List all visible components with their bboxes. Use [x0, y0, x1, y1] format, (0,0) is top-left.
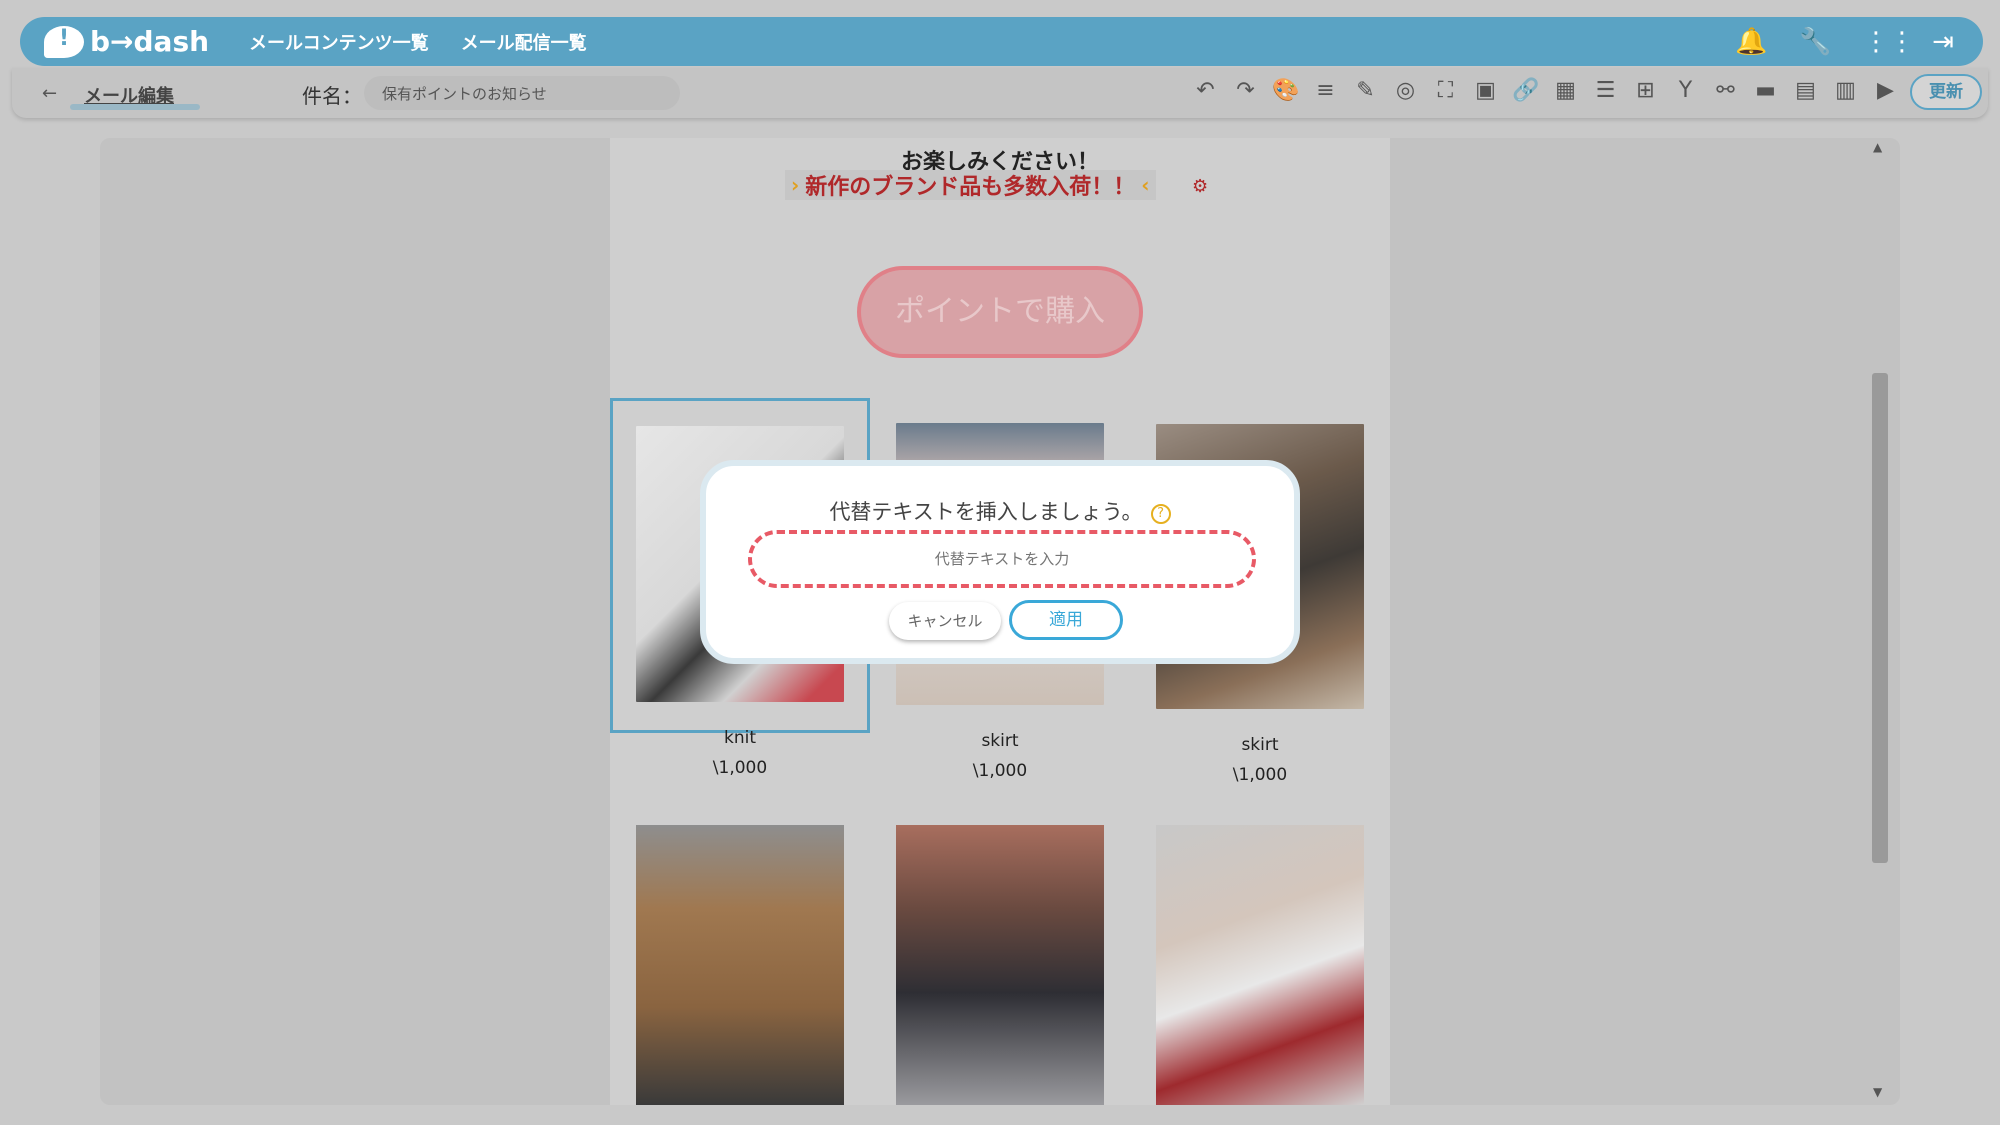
modal-title: 代替テキストを挿入しましょう。?	[706, 496, 1294, 526]
layout-icon[interactable]: ▬	[1752, 76, 1779, 106]
image-icon[interactable]: ▣	[1472, 76, 1499, 106]
grid-icon[interactable]: ⋮⋮	[1863, 27, 1915, 57]
palette-icon[interactable]: 🎨	[1272, 76, 1299, 106]
product-name: skirt	[1241, 735, 1279, 755]
branch-icon[interactable]: Y	[1672, 76, 1699, 106]
database-icon[interactable]: ☰	[1592, 76, 1619, 106]
breadcrumb[interactable]: メール編集	[84, 82, 174, 108]
logo-text: b→dash	[90, 25, 210, 58]
product-image-sneakers[interactable]	[1156, 825, 1364, 1105]
product-name: knit	[723, 728, 756, 748]
target-icon[interactable]: ◎	[1392, 76, 1419, 106]
add-block-icon[interactable]: ⊞	[1632, 76, 1659, 106]
subject-label: 件名：	[302, 84, 362, 108]
update-button[interactable]: 更新	[1910, 74, 1982, 110]
link-icon[interactable]: 🔗	[1512, 76, 1539, 106]
chevron-right-icon: ›	[791, 173, 800, 197]
cta-button[interactable]: ポイントで購入	[857, 266, 1143, 358]
redo-icon[interactable]: ↷	[1232, 76, 1259, 106]
alt-text-modal: 代替テキストを挿入しましょう。? キャンセル 適用	[700, 460, 1300, 664]
apply-button[interactable]: 適用	[1009, 600, 1123, 640]
undo-icon[interactable]: ↶	[1192, 76, 1219, 106]
modal-title-text: 代替テキストを挿入しましょう。	[829, 500, 1143, 524]
wrench-icon[interactable]: 🔧	[1799, 27, 1831, 57]
align-icon[interactable]: ≡	[1312, 76, 1339, 106]
promo-text: 新作のブランド品も多数入荷！！	[805, 175, 1136, 200]
promo-text-block[interactable]: › 新作のブランド品も多数入荷！！ ‹	[785, 170, 1156, 200]
unlink-icon[interactable]: ⚯	[1712, 76, 1739, 106]
product-image-dress[interactable]	[896, 825, 1104, 1105]
calendar-icon[interactable]: ▦	[1552, 76, 1579, 106]
editor-toolbar: ← メール編集 件名： ↶ ↷ 🎨 ≡ ✎ ◎ ⛶ ▣ 🔗 ▦ ☰ ⊞ Y ⚯ …	[12, 68, 1988, 118]
help-icon[interactable]: ?	[1150, 504, 1171, 524]
bell-icon[interactable]: 🔔	[1735, 27, 1767, 57]
video-icon[interactable]: ▶	[1872, 76, 1899, 106]
bdash-logo[interactable]: b→dash	[44, 25, 209, 58]
product-name: skirt	[981, 731, 1019, 751]
product-price: \1,000	[1232, 765, 1288, 785]
logo-bubble-icon	[44, 25, 84, 58]
pen-icon[interactable]: ✎	[1352, 76, 1379, 106]
header-icons: 🔔 🔧 ⋮⋮ ⇥	[1735, 27, 1959, 57]
gear-icon[interactable]: ⚙	[1192, 176, 1208, 197]
chevron-left-icon: ‹	[1141, 173, 1150, 197]
devices-icon[interactable]: ▥	[1832, 76, 1859, 106]
logout-icon[interactable]: ⇥	[1927, 27, 1959, 57]
product-price: \1,000	[712, 758, 768, 778]
editor-tools: ↶ ↷ 🎨 ≡ ✎ ◎ ⛶ ▣ 🔗 ▦ ☰ ⊞ Y ⚯ ▬ ▤ ▥ ▶	[1192, 76, 1899, 106]
scrollbar-thumb[interactable]	[1872, 373, 1888, 863]
cancel-button[interactable]: キャンセル	[889, 602, 1001, 640]
alt-text-input[interactable]	[748, 530, 1256, 588]
nav-mail-contents[interactable]: メールコンテンツ一覧	[249, 29, 429, 55]
expand-icon[interactable]: ⛶	[1432, 76, 1459, 106]
scroll-down-arrow-icon[interactable]: ▼	[1873, 1085, 1882, 1099]
contact-card-icon[interactable]: ▤	[1792, 76, 1819, 106]
top-header: b→dash メールコンテンツ一覧 メール配信一覧 🔔 🔧 ⋮⋮ ⇥	[20, 17, 1983, 66]
back-arrow-icon[interactable]: ←	[42, 83, 57, 104]
scroll-up-arrow-icon[interactable]: ▲	[1873, 140, 1882, 154]
product-price: \1,000	[972, 761, 1028, 781]
product-image-coat[interactable]	[636, 825, 844, 1105]
nav-mail-delivery[interactable]: メール配信一覧	[461, 29, 587, 55]
subject-input[interactable]	[364, 76, 680, 110]
